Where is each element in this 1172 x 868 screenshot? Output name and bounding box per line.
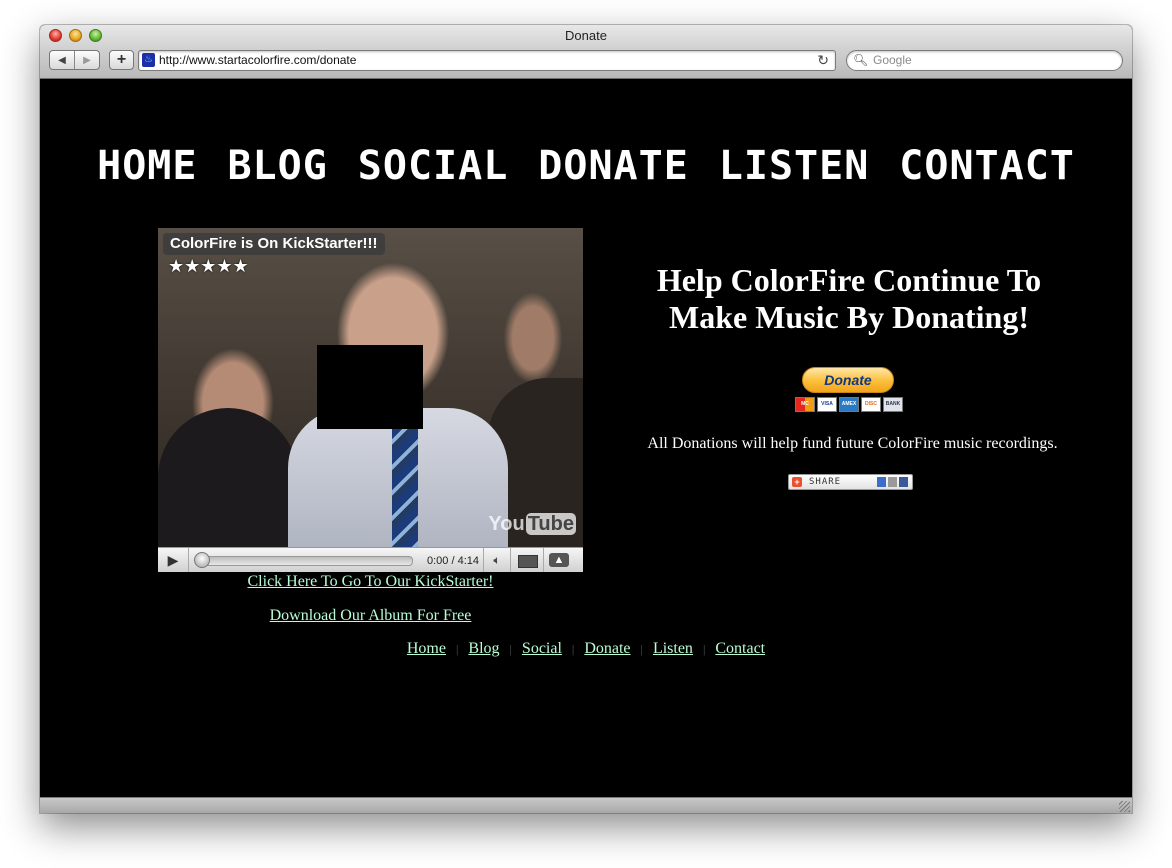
web-page: HOME BLOG SOCIAL DONATE LISTEN CONTACT C…: [40, 79, 1132, 798]
play-button[interactable]: ▶: [158, 548, 189, 572]
play-icon: ▶: [167, 552, 179, 568]
expand-button[interactable]: ▲: [544, 548, 574, 572]
footer-navigation: Home | Blog | Social | Donate | Listen |…: [40, 640, 1132, 658]
footer-separator: |: [702, 641, 706, 656]
redaction-box: [317, 345, 423, 429]
top-navigation: HOME BLOG SOCIAL DONATE LISTEN CONTACT: [40, 143, 1132, 189]
add-bookmark-button[interactable]: +: [109, 50, 134, 70]
triangle-right-icon: ▶: [83, 54, 91, 66]
magnifier-icon[interactable]: 🔍︎: [853, 53, 868, 68]
nav-contact[interactable]: CONTACT: [899, 143, 1075, 189]
album-link-wrap: Download Our Album For Free: [158, 607, 583, 625]
resize-grip-icon[interactable]: [1119, 801, 1130, 812]
delicious-icon: [877, 477, 886, 487]
url-text[interactable]: http://www.startacolorfire.com/donate: [159, 53, 356, 68]
window-title: Donate: [565, 28, 607, 43]
footer-contact[interactable]: Contact: [715, 640, 765, 658]
donation-note: All Donations will help fund future Colo…: [647, 435, 1058, 452]
visa-icon: VISA: [817, 397, 837, 412]
triangle-left-icon: ◀: [58, 54, 66, 66]
paypal-donate-button[interactable]: Donate: [802, 367, 894, 393]
search-field[interactable]: 🔍︎ Google: [846, 50, 1123, 71]
video-frame[interactable]: ColorFire is On KickStarter!!! ★★★★★ You…: [158, 228, 583, 553]
youtube-logo-tube: Tube: [525, 513, 576, 535]
kickstarter-link[interactable]: Click Here To Go To Our KickStarter!: [248, 573, 494, 590]
footer-separator: |: [640, 641, 643, 656]
footer-listen[interactable]: Listen: [653, 640, 693, 658]
digg-icon: [888, 477, 897, 487]
browser-window: Donate ◀ ▶ + ♨ http://www.startacolorfir…: [40, 25, 1132, 813]
nav-donate[interactable]: DONATE: [538, 143, 689, 189]
search-placeholder: Google: [873, 53, 912, 67]
player-size-button[interactable]: [511, 548, 544, 572]
site-favicon-icon: ♨: [142, 53, 155, 67]
footer-separator: |: [509, 641, 512, 656]
nav-home[interactable]: HOME: [97, 143, 197, 189]
history-buttons: ◀ ▶: [49, 50, 100, 70]
reload-icon[interactable]: ↻: [817, 52, 829, 69]
youtube-logo[interactable]: You Tube: [488, 512, 576, 536]
discover-icon: DISC: [861, 397, 881, 412]
share-service-icons: [877, 477, 908, 487]
video-time: 0:00 / 4:14: [427, 554, 479, 567]
nav-blog[interactable]: BLOG: [227, 143, 327, 189]
title-bar: Donate ◀ ▶ + ♨ http://www.startacolorfir…: [40, 25, 1132, 79]
progress-track[interactable]: [194, 551, 413, 568]
video-tie: [392, 428, 418, 553]
share-button[interactable]: + SHARE: [788, 474, 913, 490]
footer-donate[interactable]: Donate: [584, 640, 630, 658]
youtube-video-player[interactable]: ColorFire is On KickStarter!!! ★★★★★ You…: [158, 228, 583, 572]
rating-stars[interactable]: ★★★★★: [168, 257, 249, 275]
chevron-up-icon: ▲: [548, 553, 570, 567]
video-title[interactable]: ColorFire is On KickStarter!!!: [163, 233, 385, 255]
video-controls: ▶ 0:00 / 4:14 🔈︎ ▲: [158, 547, 583, 572]
youtube-logo-you: You: [488, 513, 525, 535]
plus-icon: +: [116, 51, 127, 68]
forward-button[interactable]: ▶: [75, 51, 99, 69]
mastercard-icon: MC: [795, 397, 815, 412]
donate-headline: Help ColorFire Continue To Make Music By…: [656, 262, 1042, 335]
payment-cards: MC VISA AMEX DISC BANK: [795, 397, 903, 412]
footer-separator: |: [571, 641, 575, 656]
share-label: SHARE: [809, 477, 842, 487]
back-button[interactable]: ◀: [50, 51, 75, 69]
amex-icon: AMEX: [839, 397, 859, 412]
address-bar[interactable]: ♨ http://www.startacolorfire.com/donate …: [138, 50, 836, 71]
nav-social[interactable]: SOCIAL: [358, 143, 509, 189]
footer-home[interactable]: Home: [407, 640, 446, 658]
speaker-icon: 🔈︎: [493, 553, 501, 567]
facebook-icon: [899, 477, 908, 487]
bank-icon: BANK: [883, 397, 903, 412]
status-bar: [40, 797, 1132, 813]
kickstarter-link-wrap: Click Here To Go To Our KickStarter!: [158, 573, 583, 591]
progress-knob[interactable]: [194, 551, 210, 568]
nav-listen[interactable]: LISTEN: [719, 143, 870, 189]
album-download-link[interactable]: Download Our Album For Free: [270, 607, 472, 624]
footer-separator: |: [455, 641, 459, 656]
footer-social[interactable]: Social: [522, 640, 562, 658]
volume-button[interactable]: 🔈︎: [483, 548, 511, 572]
add-icon: +: [792, 477, 802, 487]
footer-blog[interactable]: Blog: [468, 640, 499, 658]
video-person-left: [158, 408, 298, 548]
